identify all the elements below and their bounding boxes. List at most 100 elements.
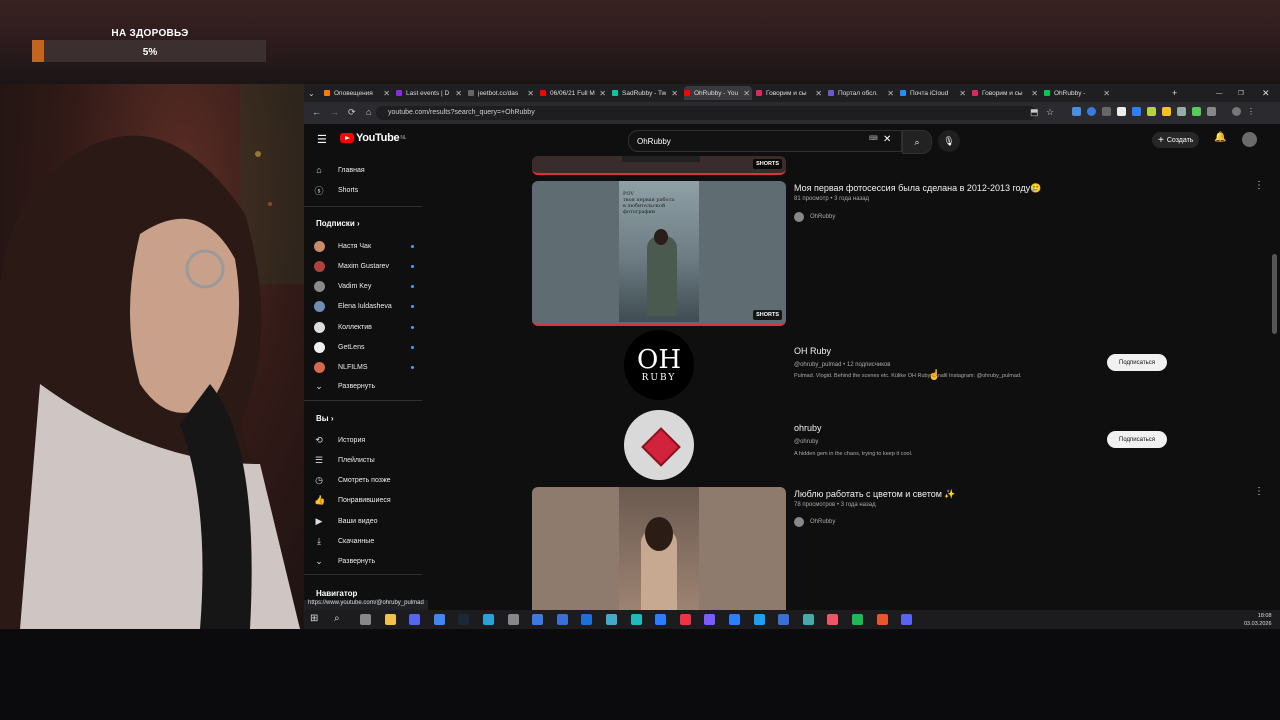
subscriptions-heading[interactable]: Подписки › [316, 219, 360, 228]
taskbar-app-icon[interactable] [483, 614, 494, 625]
new-tab-button[interactable]: + [1172, 86, 1182, 100]
search-button[interactable]: ⌕ [902, 130, 932, 154]
windows-start-icon[interactable]: ⊞ [310, 613, 318, 624]
extension-icon[interactable] [1117, 107, 1126, 116]
back-icon[interactable]: ← [312, 107, 321, 117]
video-title[interactable]: Люблю работать с цветом и светом ✨ [794, 489, 956, 500]
forward-icon[interactable]: → [330, 107, 339, 117]
sidebar-item-subscription[interactable]: NLFILMS [314, 360, 414, 376]
profile-avatar[interactable] [1232, 107, 1241, 116]
extension-icon[interactable] [1102, 107, 1111, 116]
video-thumbnail[interactable] [532, 487, 786, 610]
taskbar-app-icon[interactable] [704, 614, 716, 625]
browser-tab[interactable]: Почта iCloud ✕ [900, 86, 968, 100]
taskbar-app-icon[interactable] [458, 614, 470, 625]
tab-search-button[interactable]: ⌄ [308, 86, 320, 100]
extension-icon[interactable] [1177, 107, 1186, 116]
home-icon[interactable]: ⌂ [366, 107, 371, 117]
browser-tab[interactable]: OhRubby - You ✕ [684, 86, 752, 100]
create-button[interactable]: + Создать [1152, 132, 1200, 148]
taskbar-app-icon[interactable] [581, 614, 593, 625]
short-thumbnail-partial[interactable]: SHORTS [532, 156, 786, 175]
channel-title[interactable]: OH Ruby [794, 346, 831, 356]
tab-close-icon[interactable]: ✕ [383, 89, 392, 98]
taskbar-app-icon[interactable] [360, 614, 371, 625]
tab-close-icon[interactable]: ✕ [815, 89, 824, 98]
channel-avatar[interactable] [794, 212, 804, 222]
youtube-logo[interactable]: YouTube NL [340, 132, 406, 144]
minimize-icon[interactable]: — [1216, 86, 1226, 100]
sidebar-item-subscription[interactable]: Vadim Key [314, 279, 414, 295]
more-actions-icon[interactable]: ⋮ [1254, 180, 1264, 191]
sidebar-item-subscription[interactable]: Коллектив [314, 319, 414, 335]
channel-avatar[interactable] [794, 517, 804, 527]
taskbar-app-icon[interactable] [778, 614, 790, 625]
taskbar-app-icon[interactable] [507, 614, 519, 625]
taskbar-app-icon[interactable] [729, 614, 740, 625]
taskbar-app-icon[interactable] [827, 614, 839, 625]
video-thumbnail[interactable]: POV твоя первая работа в любительской фо… [532, 181, 786, 326]
browser-tab[interactable]: 06/06/21 Full M ✕ [540, 86, 608, 100]
voice-search-icon[interactable]: 🎙 [938, 130, 960, 152]
sidebar-item-you[interactable]: ⌄ Развернуть [314, 554, 414, 570]
reload-icon[interactable]: ⟳ [348, 107, 356, 118]
extension-icon[interactable] [1072, 107, 1081, 116]
sidebar-item-subscription[interactable]: GetLens [314, 340, 414, 356]
extension-icon[interactable] [1087, 107, 1096, 116]
sidebar-item-you[interactable]: ◷ Смотреть позже [314, 473, 414, 489]
taskbar-app-icon[interactable] [852, 614, 863, 625]
channel-avatar-large[interactable]: OH RUBY [624, 330, 694, 400]
browser-tab[interactable]: Портал обсл. ✕ [828, 86, 896, 100]
browser-tab[interactable]: Last events | D ✕ [396, 86, 464, 100]
sidebar-item-subscription[interactable]: Elena Iuldasheva [314, 299, 414, 315]
sidebar-item-you[interactable]: ⤓ Скачанные [314, 534, 414, 550]
tab-close-icon[interactable]: ✕ [1103, 89, 1112, 98]
taskbar-app-icon[interactable] [901, 614, 913, 625]
notifications-bell-icon[interactable]: 🔔 [1214, 132, 1226, 143]
account-avatar[interactable] [1242, 132, 1257, 147]
search-icon[interactable]: ⌕ [334, 613, 340, 624]
search-input[interactable]: OhRubby ⌨ ✕ [628, 130, 902, 152]
more-actions-icon[interactable]: ⋮ [1254, 486, 1264, 497]
hamburger-menu-icon[interactable]: ☰ [317, 133, 327, 146]
clear-search-icon[interactable]: ✕ [883, 134, 891, 145]
channel-name[interactable]: OhRubby [810, 214, 835, 220]
sidebar-expand-subscriptions[interactable]: ⌄ Развернуть [314, 378, 414, 394]
install-icon[interactable]: ⬒ [1030, 107, 1039, 118]
menu-kebab-icon[interactable]: ⋮ [1247, 107, 1255, 118]
sidebar-item-home[interactable]: ⌂ Главная [314, 162, 414, 178]
sidebar-item-subscription[interactable]: Maxim Gustarev [314, 258, 414, 274]
taskbar-app-icon[interactable] [655, 614, 667, 625]
subscribe-button[interactable]: Подписаться [1107, 354, 1167, 371]
taskbar-app-icon[interactable] [679, 614, 691, 625]
browser-tab[interactable]: jeetbot.cc/das ✕ [468, 86, 536, 100]
taskbar-app-icon[interactable] [606, 614, 617, 625]
video-title[interactable]: Моя первая фотосессия была сделана в 201… [794, 183, 1041, 194]
taskbar-app-icon[interactable] [876, 614, 888, 625]
restore-icon[interactable]: ❐ [1238, 86, 1248, 100]
taskbar-app-icon[interactable] [556, 614, 568, 625]
browser-tab[interactable]: Оповещения ✕ [324, 86, 392, 100]
sidebar-item-you[interactable]: 👍 Понравившиеся [314, 493, 414, 509]
puzzle-icon[interactable] [1207, 107, 1216, 116]
close-window-icon[interactable]: ✕ [1262, 86, 1272, 100]
sidebar-item-you[interactable]: ▶ Ваши видео [314, 513, 414, 529]
taskbar-app-icon[interactable] [384, 614, 396, 625]
page-scrollbar-thumb[interactable] [1272, 254, 1277, 334]
extension-icon[interactable] [1147, 107, 1156, 116]
tab-close-icon[interactable]: ✕ [743, 89, 752, 98]
subscribe-button[interactable]: Подписаться [1107, 431, 1167, 448]
bookmark-star-icon[interactable]: ☆ [1046, 107, 1054, 118]
keyboard-icon[interactable]: ⌨ [869, 135, 878, 142]
sidebar-item-shorts[interactable]: ⓢ Shorts [314, 182, 414, 198]
channel-avatar-large[interactable] [624, 410, 694, 480]
system-clock[interactable]: 18:08 03.03.2026 [1244, 612, 1272, 628]
sidebar-item-you[interactable]: ⟲ История [314, 432, 414, 448]
tab-close-icon[interactable]: ✕ [1031, 89, 1040, 98]
tab-close-icon[interactable]: ✕ [455, 89, 464, 98]
tab-close-icon[interactable]: ✕ [527, 89, 536, 98]
extension-icon[interactable] [1132, 107, 1141, 116]
taskbar-app-icon[interactable] [802, 614, 814, 625]
browser-tab[interactable]: SadRubby - Tw ✕ [612, 86, 680, 100]
you-heading[interactable]: Вы › [316, 414, 334, 423]
